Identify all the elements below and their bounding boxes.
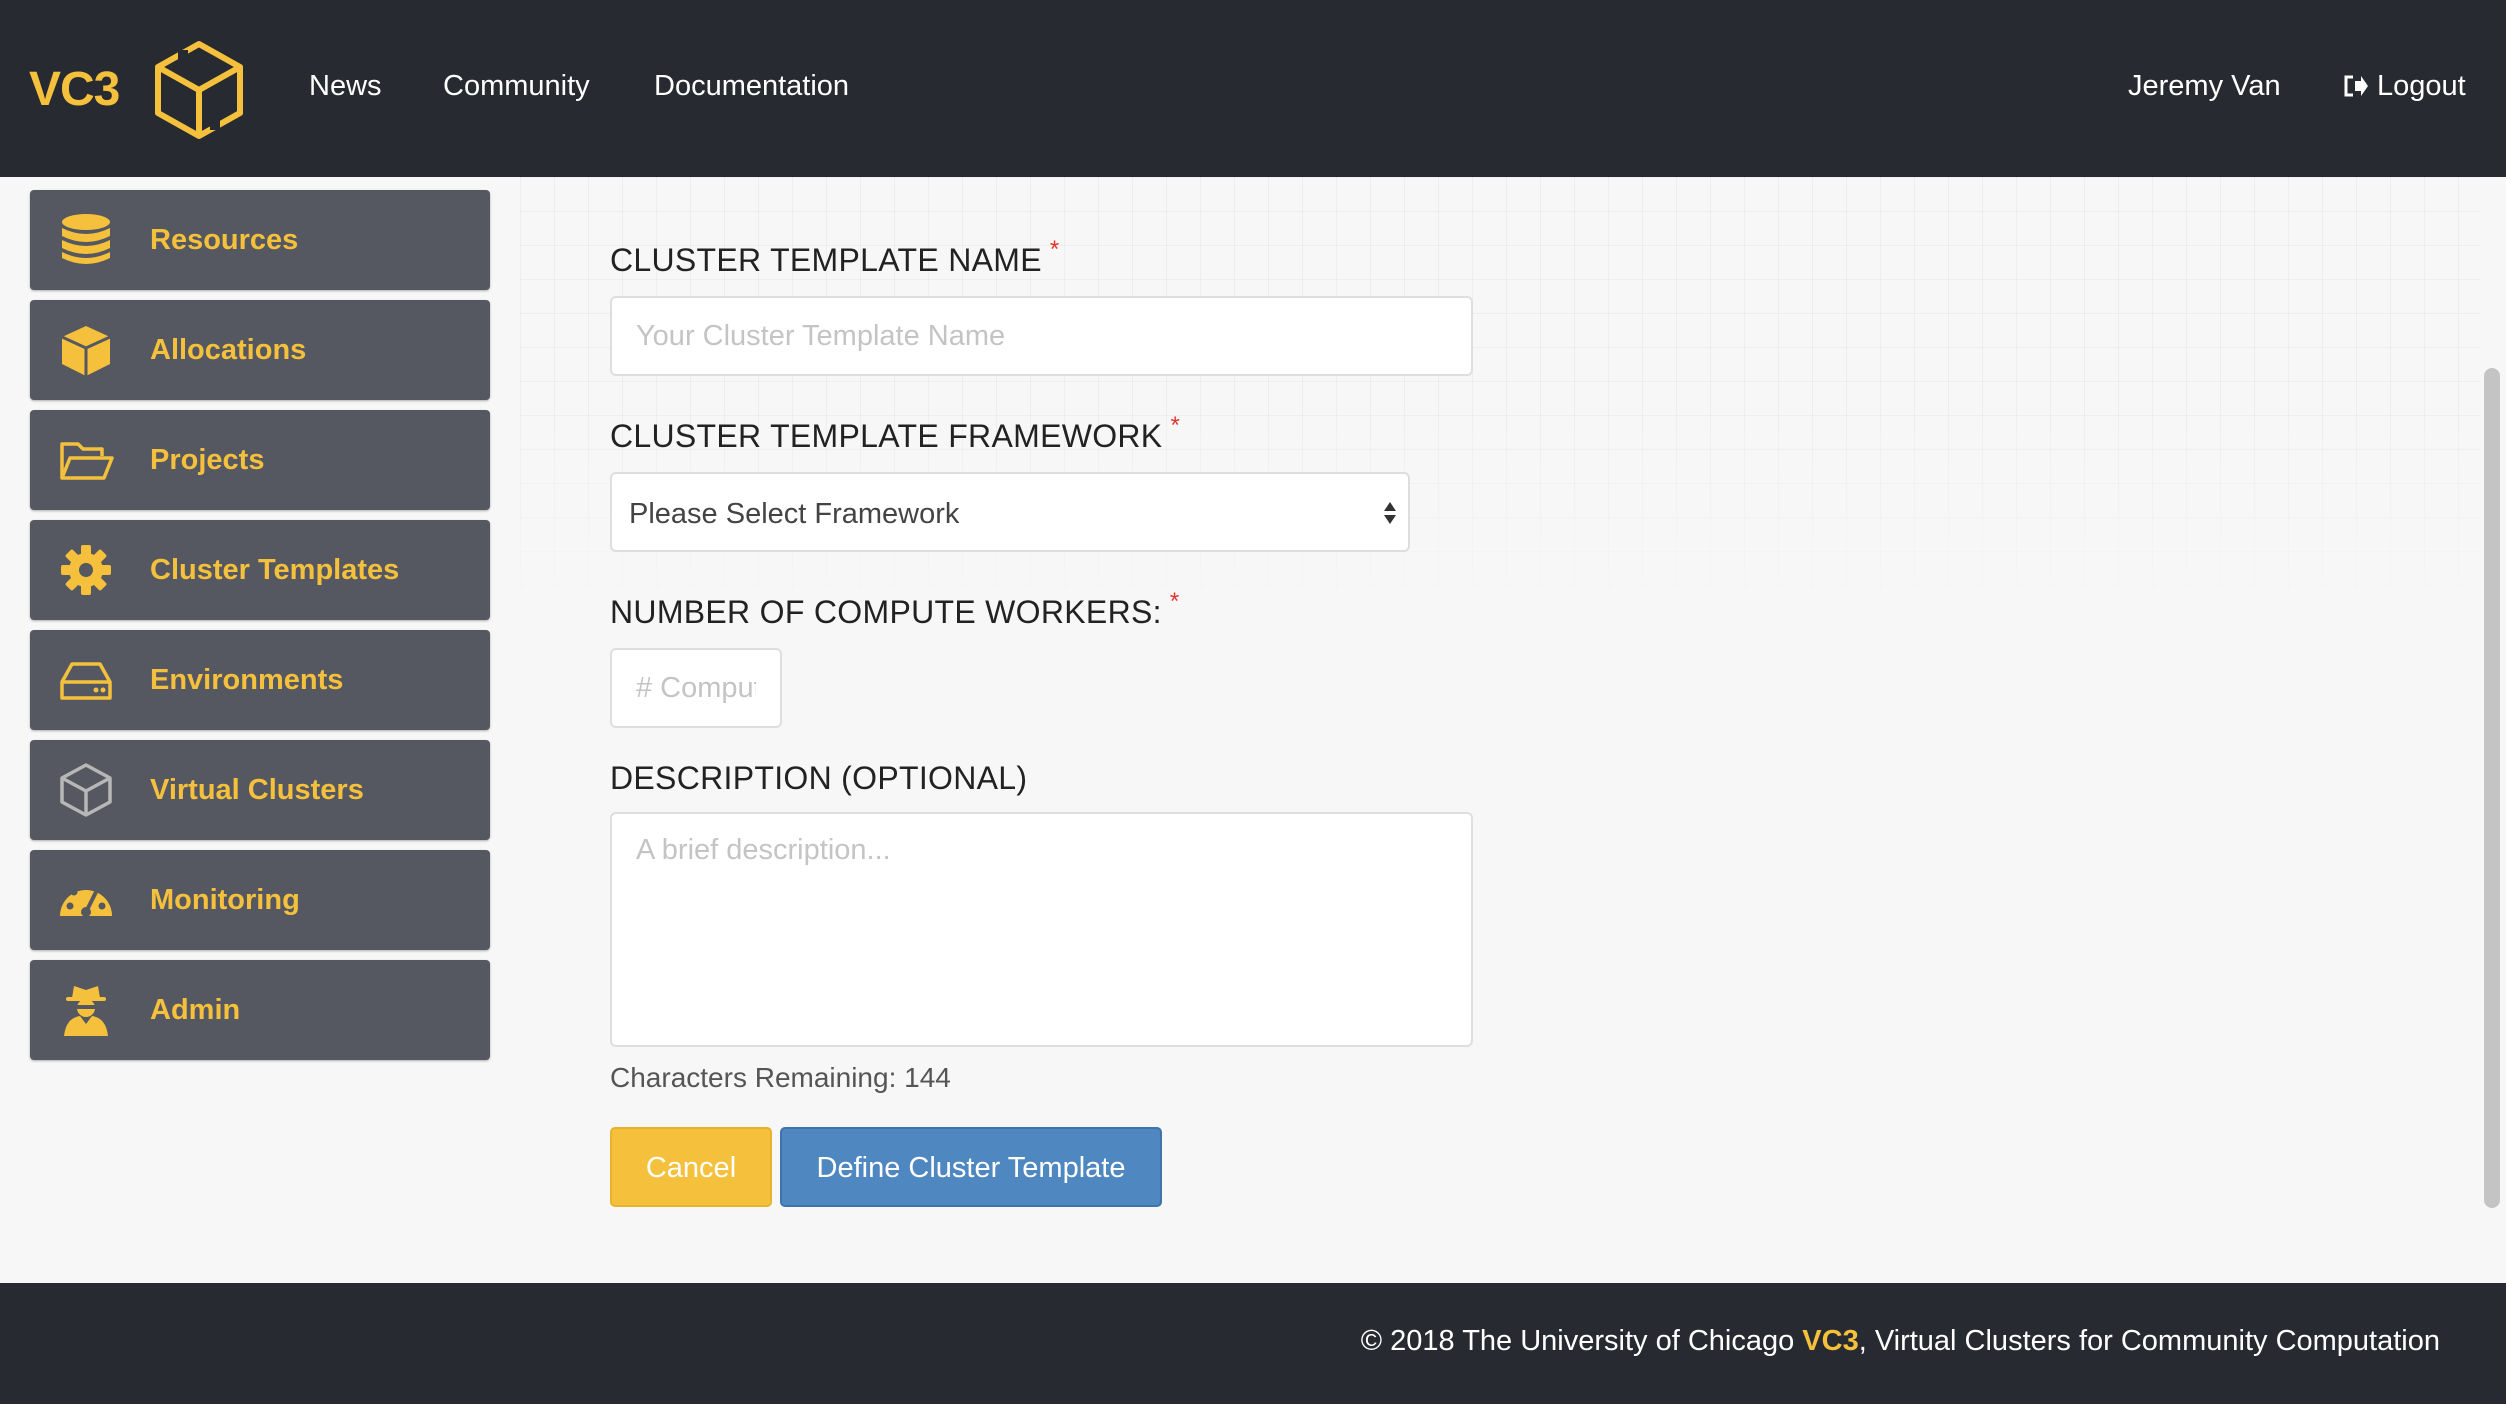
sign-out-icon <box>2344 75 2368 97</box>
sidebar-item-label: Virtual Clusters <box>150 774 364 806</box>
cancel-button[interactable]: Cancel <box>610 1127 772 1207</box>
required-marker: * <box>1170 412 1181 439</box>
vc3-logo-icon <box>60 763 112 817</box>
sidebar-item-label: Admin <box>150 994 241 1026</box>
footer-copyright: © 2018 The University of Chicago VC3, Vi… <box>1360 1325 2440 1357</box>
framework-select-value: Please Select Framework <box>629 498 960 530</box>
template-name-input[interactable] <box>610 296 1473 376</box>
gear-icon <box>61 545 111 595</box>
template-name-label: CLUSTER TEMPLATE NAME * <box>610 236 1060 278</box>
user-name-link[interactable]: Jeremy Van <box>2128 70 2281 103</box>
sidebar-item-label: Resources <box>150 224 299 256</box>
logout-link[interactable]: Logout <box>2343 70 2466 103</box>
dashboard-icon <box>60 882 112 917</box>
nav-community[interactable]: Community <box>443 70 590 103</box>
database-icon <box>62 214 110 264</box>
folder-open-icon <box>60 442 114 480</box>
top-navbar: VC3 News Community Documentation Jeremy … <box>0 0 2506 177</box>
sidebar-item-environments[interactable]: Environments <box>30 630 490 730</box>
define-cluster-template-button[interactable]: Define Cluster Template <box>780 1127 1162 1207</box>
sidebar-item-label: Allocations <box>150 334 307 366</box>
sidebar-item-label: Cluster Templates <box>150 554 400 586</box>
sidebar-item-monitoring[interactable]: Monitoring <box>30 850 490 950</box>
nav-documentation[interactable]: Documentation <box>654 70 849 103</box>
sidebar-item-cluster-templates[interactable]: Cluster Templates <box>30 520 490 620</box>
vc3-logo-icon[interactable] <box>152 40 246 140</box>
select-arrows-icon <box>1384 502 1396 524</box>
sidebar-item-label: Monitoring <box>150 884 300 916</box>
nav-news[interactable]: News <box>309 70 382 103</box>
footer-brand: VC3 <box>1802 1325 1859 1357</box>
template-framework-label: CLUSTER TEMPLATE FRAMEWORK * <box>610 412 1181 454</box>
sidebar-item-resources[interactable]: Resources <box>30 190 490 290</box>
description-textarea[interactable] <box>610 812 1473 1047</box>
compute-workers-label: NUMBER OF COMPUTE WORKERS: * <box>610 588 1180 630</box>
sidebar-item-label: Projects <box>150 444 265 476</box>
sidebar-item-projects[interactable]: Projects <box>30 410 490 510</box>
cube-icon <box>61 326 111 376</box>
compute-workers-input[interactable] <box>610 648 782 728</box>
framework-select[interactable]: Please Select Framework <box>610 472 1410 552</box>
logout-label: Logout <box>2377 70 2466 102</box>
user-secret-icon <box>64 986 108 1036</box>
sidebar-item-virtual-clusters[interactable]: Virtual Clusters <box>30 740 490 840</box>
brand-wordmark[interactable]: VC3 <box>29 62 120 117</box>
required-marker: * <box>1169 588 1180 615</box>
required-marker: * <box>1049 236 1060 263</box>
sidebar-item-admin[interactable]: Admin <box>30 960 490 1060</box>
description-label: DESCRIPTION (OPTIONAL) <box>610 760 1028 796</box>
characters-remaining: Characters Remaining: 144 <box>610 1062 951 1093</box>
sidebar-item-label: Environments <box>150 664 344 696</box>
scrollbar-thumb[interactable] <box>2484 368 2500 1208</box>
sidebar-item-allocations[interactable]: Allocations <box>30 300 490 400</box>
footer: © 2018 The University of Chicago VC3, Vi… <box>0 1283 2506 1404</box>
hdd-icon <box>60 662 112 700</box>
